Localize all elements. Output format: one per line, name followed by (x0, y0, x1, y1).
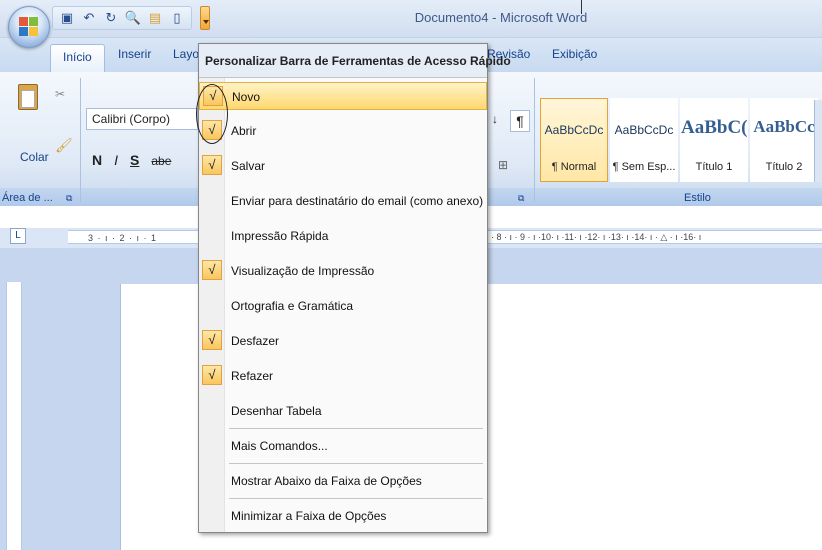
office-logo-icon (19, 17, 39, 37)
menu-separator (229, 498, 483, 499)
menu-item-visualizacao-impressao[interactable]: √ Visualização de Impressão (199, 257, 487, 285)
style-sample: AaBbCc (753, 117, 815, 136)
menu-item-label: Mostrar Abaixo da Faixa de Opções (231, 474, 422, 488)
show-paragraph-marks-button[interactable]: ¶ (510, 110, 530, 132)
style-normal[interactable]: AaBbCcDc ¶ Normal (540, 98, 608, 182)
menu-item-enviar-email[interactable]: Enviar para destinatário do email (como … (199, 187, 487, 215)
style-name: ¶ Normal (551, 161, 597, 173)
menu-item-label: Novo (232, 90, 261, 104)
strikethrough-button[interactable]: abe (151, 152, 171, 168)
style-name: ¶ Sem Esp... (612, 161, 676, 173)
paragraph-launcher-icon[interactable]: ⧉ (518, 193, 524, 204)
menu-item-refazer[interactable]: √ Refazer (199, 362, 487, 390)
menu-item-label: Enviar para destinatário do email (como … (231, 194, 484, 208)
menu-item-desfazer[interactable]: √ Desfazer (199, 327, 487, 355)
menu-item-label: Abrir (231, 124, 257, 138)
tab-selector[interactable]: L (10, 228, 26, 244)
group-separator (534, 78, 535, 202)
style-name: Título 1 (695, 161, 733, 173)
check-icon: √ (202, 155, 222, 175)
style-heading-2[interactable]: AaBbCc Título 2 (750, 98, 818, 182)
style-no-spacing[interactable]: AaBbCcDc ¶ Sem Esp... (610, 98, 678, 182)
menu-item-novo[interactable]: √ Novo (199, 82, 487, 110)
menu-item-abrir[interactable]: √ Abrir (199, 117, 487, 145)
format-painter-icon[interactable]: 🖌 (55, 137, 73, 154)
menu-item-mostrar-abaixo[interactable]: Mostrar Abaixo da Faixa de Opções (199, 467, 487, 495)
menu-item-impressao-rapida[interactable]: Impressão Rápida (199, 222, 487, 250)
menu-item-label: Mais Comandos... (231, 439, 328, 453)
style-sample: AaBbC( (681, 117, 747, 138)
style-name: Título 2 (765, 161, 803, 173)
paste-button[interactable] (12, 82, 46, 118)
paste-label: Colar (20, 150, 49, 164)
sort-icon[interactable]: ↓ (492, 112, 498, 126)
italic-button[interactable]: I (114, 152, 118, 168)
menu-item-minimizar-faixa[interactable]: Minimizar a Faixa de Opções (199, 502, 487, 530)
customize-quick-access-menu: Personalizar Barra de Ferramentas de Ace… (198, 43, 511, 533)
menu-item-label: Refazer (231, 369, 274, 383)
bold-button[interactable]: N (92, 152, 102, 168)
menu-item-label: Ortografia e Gramática (231, 299, 354, 313)
horizontal-ruler-right: ı · 8 · ı · 9 · ı ·10· ı ·11· ı ·12· ı ·… (486, 232, 702, 242)
office-button[interactable] (8, 6, 50, 48)
menu-item-mais-comandos[interactable]: Mais Comandos... (199, 432, 487, 460)
menu-item-label: Desfazer (231, 334, 280, 348)
highlight-ellipse (196, 84, 228, 144)
menu-item-label: Salvar (231, 159, 266, 173)
menu-item-salvar[interactable]: √ Salvar (199, 152, 487, 180)
style-sample: AaBbCcDc (544, 123, 604, 137)
group-separator (80, 78, 81, 202)
tab-inicio[interactable]: Início (50, 44, 105, 72)
menu-item-label: Impressão Rápida (231, 229, 329, 243)
check-icon: √ (202, 330, 222, 350)
tab-inserir[interactable]: Inserir (118, 47, 151, 61)
check-icon: √ (202, 260, 222, 280)
menu-item-label: Minimizar a Faixa de Opções (231, 509, 387, 523)
underline-button[interactable]: S (130, 152, 139, 168)
menu-item-desenhar-tabela[interactable]: Desenhar Tabela (199, 397, 487, 425)
check-icon: √ (202, 365, 222, 385)
window-title: Documento4 - Microsoft Word (414, 10, 588, 25)
clipboard-group-label: Área de ... (2, 192, 53, 204)
style-heading-1[interactable]: AaBbC( Título 1 (680, 98, 748, 182)
mouse-pointer-line (581, 0, 582, 14)
clipboard-launcher-icon[interactable]: ⧉ (66, 193, 72, 204)
style-sample: AaBbCcDc (614, 123, 674, 137)
paper-icon (21, 90, 35, 108)
menu-item-ortografia[interactable]: Ortografia e Gramática (199, 292, 487, 320)
vertical-ruler[interactable] (6, 282, 22, 550)
styles-gallery: AaBbCcDc ¶ Normal AaBbCcDc ¶ Sem Esp... … (540, 98, 818, 182)
styles-group-label: Estilo (684, 192, 711, 204)
font-name-combo[interactable]: Calibri (Corpo) (86, 108, 198, 130)
menu-item-label: Desenhar Tabela (231, 404, 322, 418)
font-format-row: N I S abe (92, 152, 171, 168)
styles-scroll[interactable] (814, 100, 822, 182)
menu-separator (229, 428, 483, 429)
menu-header: Personalizar Barra de Ferramentas de Ace… (199, 44, 511, 78)
menu-item-label: Visualização de Impressão (231, 264, 375, 278)
tab-layout[interactable]: Layo (173, 47, 199, 61)
menu-separator (229, 463, 483, 464)
cut-icon[interactable]: ✂ (55, 87, 65, 101)
tab-exibicao[interactable]: Exibição (552, 47, 597, 61)
borders-icon[interactable]: ⊞ (498, 158, 508, 172)
title-bar: ▣ ↶ ↻ 🔍 ▤ ▯ Documento4 - Microsoft Word (0, 0, 822, 48)
